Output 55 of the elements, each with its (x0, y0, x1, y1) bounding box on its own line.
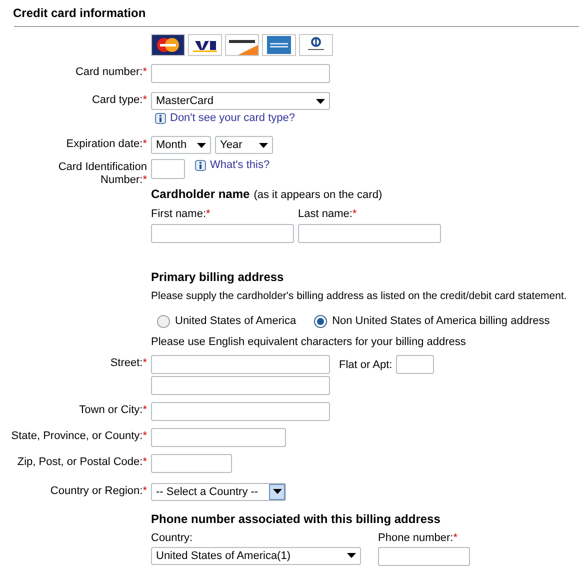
input-field[interactable] (151, 376, 330, 394)
input-field[interactable] (151, 454, 232, 472)
field-label: First name:* (151, 208, 212, 221)
country-dropdown[interactable]: -- Select a Country -- (151, 482, 286, 500)
field-label: Card Identification Number:* (57, 161, 147, 187)
dropdown[interactable]: MasterCard (151, 92, 330, 110)
section-title: Credit card information (13, 5, 147, 20)
field-label: Expiration date:* (66, 138, 147, 151)
input-field[interactable] (396, 354, 434, 374)
heading-note: (as it appears on the card) (254, 189, 382, 201)
caret-icon (347, 553, 356, 558)
caret-icon (197, 142, 206, 148)
input-field[interactable] (151, 224, 294, 243)
card-logo-icon (225, 34, 259, 56)
help-link[interactable]: Don't see your card type? (170, 112, 296, 125)
instruction-text: Please supply the cardholder's billing address as listed on the credit/debit card statement. (151, 290, 568, 303)
caret-icon (259, 142, 268, 148)
field-label: Flat or Apt: (339, 358, 392, 370)
field-label: Country: (151, 532, 194, 544)
input-field[interactable] (151, 402, 330, 420)
dropdown[interactable]: United States of America(1) (151, 546, 361, 564)
field-label: Last name:* (298, 208, 358, 221)
input-field[interactable] (151, 354, 330, 374)
input-field[interactable] (298, 224, 441, 243)
field-label: Card type:* (92, 94, 147, 107)
info-icon (155, 113, 166, 124)
radio-label: United States of America (175, 314, 296, 329)
radio-button[interactable] (314, 314, 328, 328)
card-logo-icon (299, 34, 333, 56)
card-logo-icon (151, 34, 185, 56)
field-label: Zip, Post, or Postal Code:* (17, 456, 147, 468)
radio-label: Non United States of America billing address (332, 314, 550, 329)
dropdown[interactable]: Month (151, 136, 211, 154)
caret-icon (316, 98, 325, 104)
field-label: Town or City:* (79, 404, 147, 416)
field-label: Card number:* (75, 66, 147, 79)
caret-icon (272, 489, 282, 494)
instruction-text: Please use English equivalent characters for your billing address (151, 336, 467, 348)
card-logo-icon (188, 34, 222, 56)
input-field[interactable] (378, 546, 470, 566)
section-heading: Cardholder name (151, 187, 250, 201)
section-heading: Phone number associated with this billing address (151, 512, 442, 526)
radio-button[interactable] (157, 314, 170, 328)
input-field[interactable] (151, 159, 185, 179)
help-link[interactable]: What's this? (210, 159, 270, 172)
input-field[interactable] (151, 64, 330, 83)
field-label: Phone number:* (378, 532, 458, 544)
section-heading: Primary billing address (151, 270, 285, 284)
card-logo-icon (262, 34, 296, 56)
dropdown[interactable]: Year (215, 136, 273, 154)
input-field[interactable] (151, 428, 286, 446)
info-icon (195, 160, 206, 171)
field-label: Country or Region:* (50, 484, 147, 498)
field-label: Street:* (110, 356, 147, 370)
field-label: State, Province, or County:* (11, 430, 147, 442)
